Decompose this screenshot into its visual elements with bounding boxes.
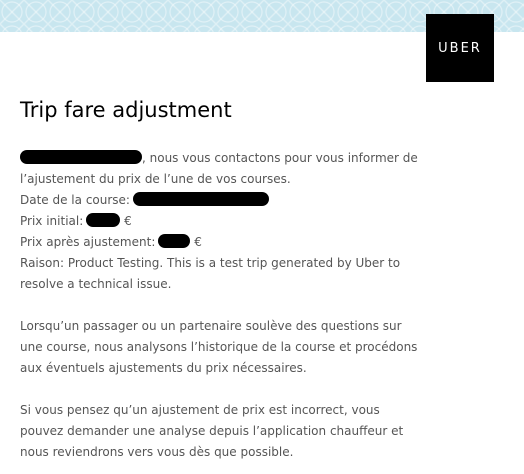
- email-title: Trip fare adjustment: [20, 98, 232, 122]
- paragraph-3-line-1: Si vous pensez qu’un ajustement de prix …: [20, 403, 380, 417]
- uber-logo: UBER: [426, 14, 494, 82]
- adjusted-price-label: Prix après ajustement:: [20, 235, 156, 249]
- trip-date-label: Date de la course:: [20, 193, 130, 207]
- initial-price-currency: €: [124, 214, 132, 228]
- initial-price-row: Prix initial: €: [20, 211, 500, 232]
- paragraph-3-line-3: nous reviendrons vers vous dès que possi…: [20, 445, 294, 459]
- trip-date-row: Date de la course:: [20, 190, 500, 211]
- paragraph-2-line-3: aux éventuels ajustements du prix nécess…: [20, 361, 307, 375]
- intro-line-2: l’ajustement du prix de l’une de vos cou…: [20, 172, 291, 186]
- redacted-trip-date: [132, 192, 269, 206]
- paragraph-2-line-1: Lorsqu’un passager ou un partenaire soul…: [20, 319, 402, 333]
- adjusted-price-row: Prix après ajustement: €: [20, 232, 500, 253]
- redacted-adjusted-price: [158, 234, 191, 248]
- email-body: , nous vous contactons pour vous informe…: [20, 148, 500, 463]
- paragraph-2-line-2: une course, nous analysons l’historique …: [20, 340, 418, 354]
- paragraph-3-line-2: pouvez demander une analyse depuis l’app…: [20, 424, 404, 438]
- reason-line-2: resolve a technical issue.: [20, 277, 172, 291]
- redacted-name: [20, 150, 142, 164]
- redacted-initial-price: [86, 213, 121, 227]
- initial-price-label: Prix initial:: [20, 214, 84, 228]
- intro-text-1: , nous vous contactons pour vous informe…: [142, 151, 418, 165]
- reason-line-1: Raison: Product Testing. This is a test …: [20, 256, 401, 270]
- adjusted-price-currency: €: [194, 235, 202, 249]
- uber-logo-text: UBER: [438, 40, 482, 56]
- intro-line-1: , nous vous contactons pour vous informe…: [20, 148, 500, 169]
